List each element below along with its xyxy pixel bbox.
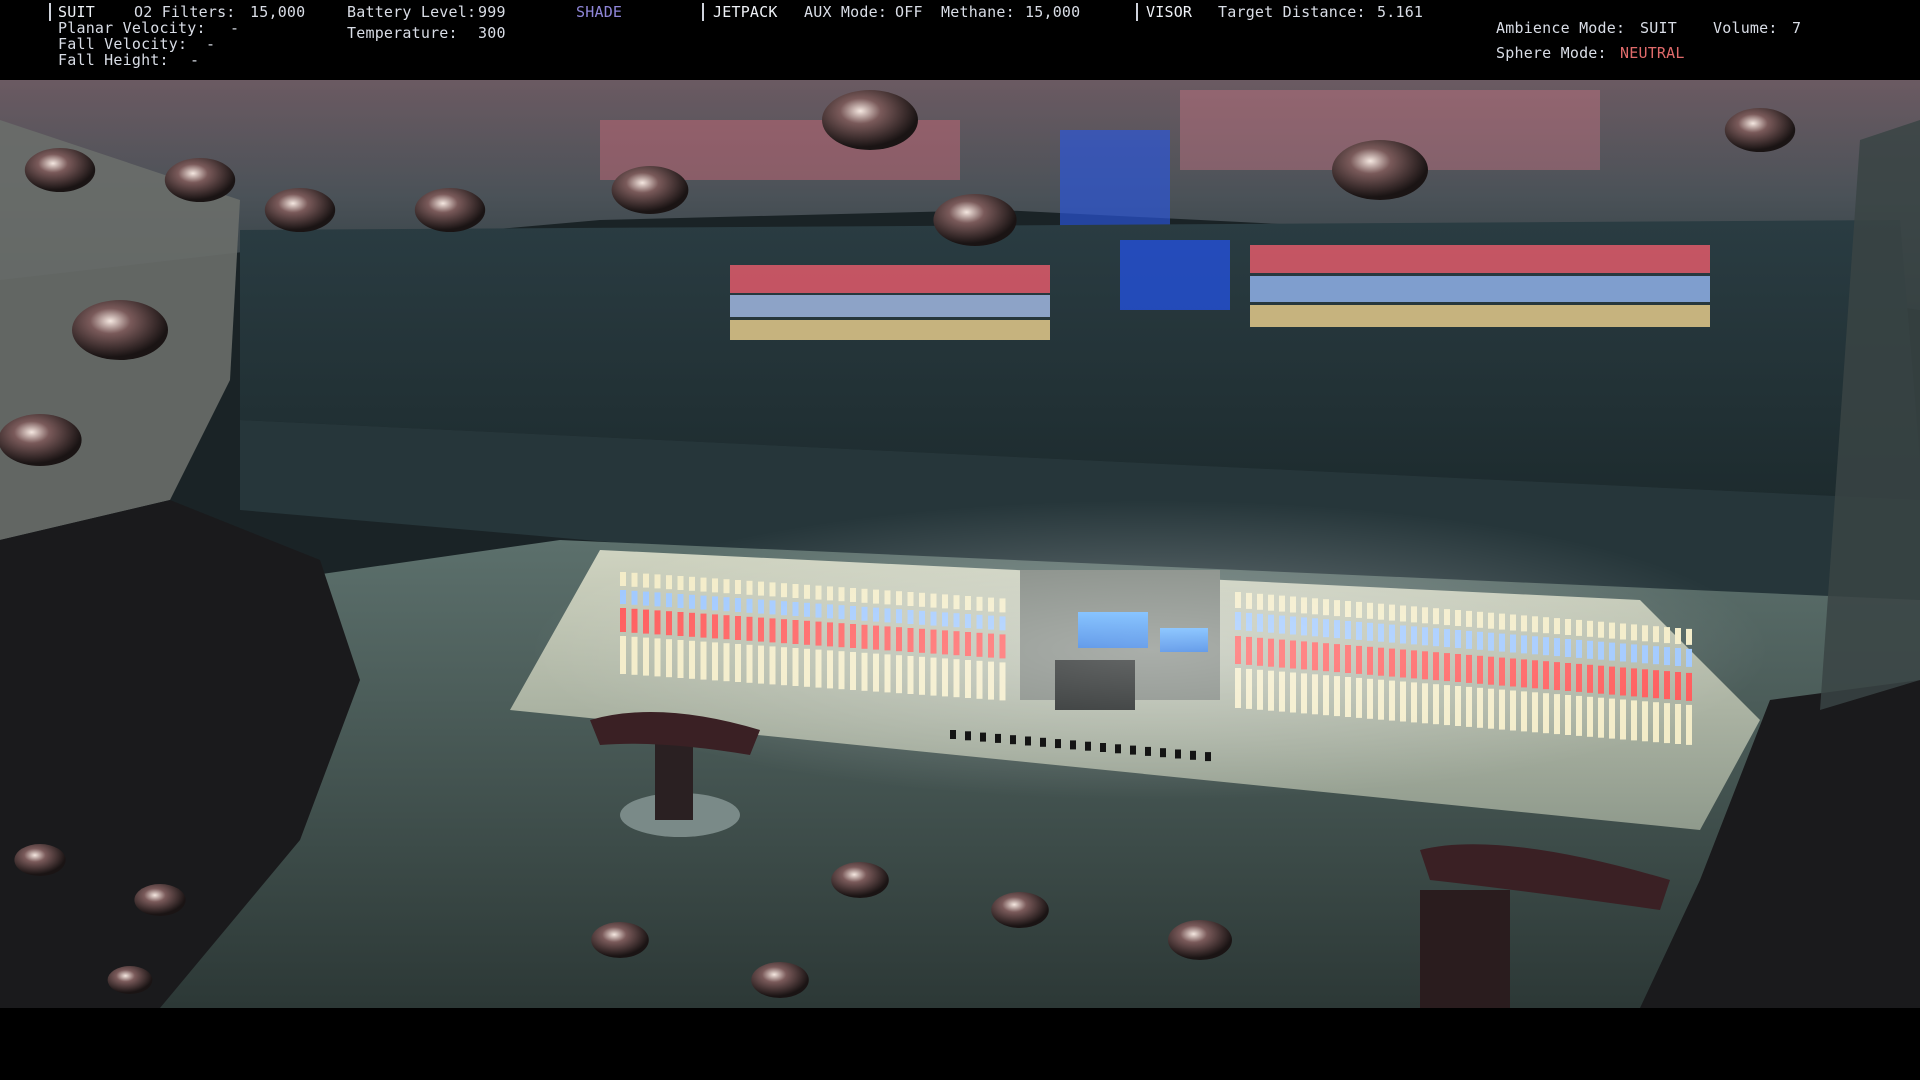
fall-velocity-label: Fall Velocity: bbox=[58, 35, 188, 53]
planar-velocity-value: - bbox=[230, 19, 240, 37]
hud-bar: SUIT O2 Filters: 15,000 Planar Velocity:… bbox=[0, 0, 1920, 80]
aux-mode-label: AUX Mode: bbox=[804, 3, 888, 21]
shade-indicator: SHADE bbox=[576, 3, 623, 21]
fall-height-value: - bbox=[190, 51, 200, 69]
hud-separator bbox=[1136, 3, 1138, 21]
target-distance-label: Target Distance: bbox=[1218, 3, 1366, 21]
jetpack-title: JETPACK bbox=[713, 3, 778, 21]
fall-velocity-value: - bbox=[206, 35, 216, 53]
sphere-mode-value: NEUTRAL bbox=[1620, 44, 1685, 62]
temperature-label: Temperature: bbox=[347, 24, 458, 42]
game-viewport[interactable] bbox=[0, 80, 1920, 1008]
battery-level-value: 999 bbox=[478, 3, 506, 21]
methane-label: Methane: bbox=[941, 3, 1015, 21]
o2-filters-label: O2 Filters: bbox=[134, 3, 236, 21]
target-distance-value: 5.161 bbox=[1377, 3, 1424, 21]
sphere-mode-label: Sphere Mode: bbox=[1496, 44, 1607, 62]
suit-title: SUIT bbox=[58, 3, 95, 21]
ambience-mode-label: Ambience Mode: bbox=[1496, 19, 1626, 37]
cockpit-scene bbox=[0, 80, 1920, 1008]
hud-separator bbox=[702, 3, 704, 21]
volume-value: 7 bbox=[1792, 19, 1802, 37]
fall-height-label: Fall Height: bbox=[58, 51, 169, 69]
visor-title: VISOR bbox=[1146, 3, 1193, 21]
methane-value: 15,000 bbox=[1025, 3, 1081, 21]
aux-mode-value: OFF bbox=[895, 3, 923, 21]
o2-filters-value: 15,000 bbox=[250, 3, 306, 21]
temperature-value: 300 bbox=[478, 24, 506, 42]
hud-separator bbox=[49, 3, 51, 21]
planar-velocity-label: Planar Velocity: bbox=[58, 19, 206, 37]
battery-level-label: Battery Level: bbox=[347, 3, 477, 21]
volume-label: Volume: bbox=[1713, 19, 1778, 37]
letterbox-bottom bbox=[0, 1008, 1920, 1080]
ambience-mode-value: SUIT bbox=[1640, 19, 1677, 37]
